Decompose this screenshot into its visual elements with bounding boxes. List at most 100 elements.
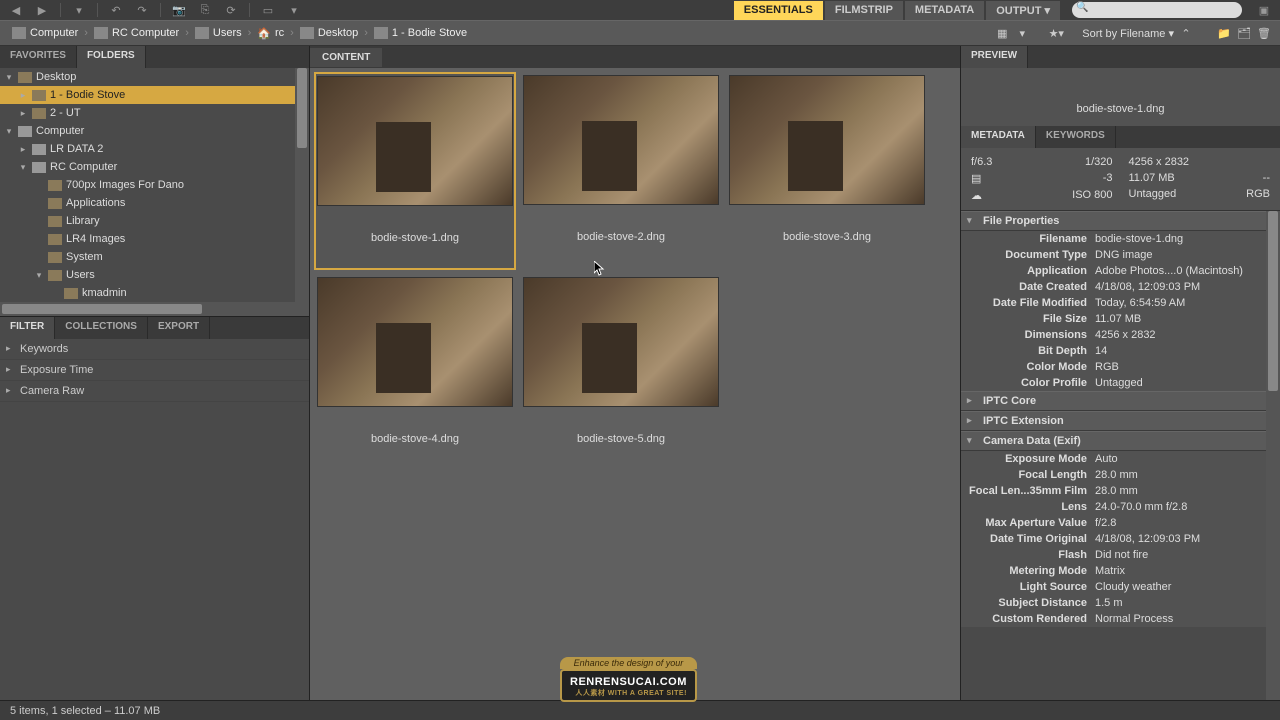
tree-item[interactable]: ▸LR DATA 2 <box>0 140 295 158</box>
metadata-row: Lens24.0-70.0 mm f/2.8 <box>961 499 1266 515</box>
tab-collections[interactable]: COLLECTIONS <box>55 317 148 339</box>
thumbnail-label: bodie-stove-3.dng <box>727 207 927 243</box>
workspace-essentials[interactable]: ESSENTIALS <box>734 1 823 20</box>
compact-mode-icon[interactable]: ▣ <box>1252 2 1276 18</box>
section-header[interactable]: Camera Data (Exif) <box>961 431 1266 451</box>
filter-item[interactable]: Exposure Time <box>0 360 309 381</box>
wb-icon: ☁ <box>971 189 982 202</box>
workspace-output[interactable]: OUTPUT ▾ <box>986 1 1060 20</box>
metadata-row: Bit Depth14 <box>961 343 1266 359</box>
forward-button[interactable]: ▶ <box>30 2 54 18</box>
tree-item[interactable]: ▾Desktop <box>0 68 295 86</box>
workspace-filmstrip[interactable]: FILMSTRIP <box>825 1 903 20</box>
meter-icon: ▤ <box>971 172 981 185</box>
metadata-row: Color ProfileUntagged <box>961 375 1266 391</box>
sort-direction-icon[interactable]: ⌃ <box>1178 26 1194 40</box>
thumbnail-grid[interactable]: bodie-stove-1.dngbodie-stove-2.dngbodie-… <box>310 68 960 700</box>
crumb-rc[interactable]: 🏠rc <box>253 27 288 40</box>
thumbnail[interactable]: bodie-stove-4.dng <box>314 274 516 472</box>
section-header[interactable]: IPTC Core <box>961 391 1266 411</box>
tree-hscrollbar[interactable] <box>0 302 309 316</box>
filter-item[interactable]: Camera Raw <box>0 381 309 402</box>
tab-keywords[interactable]: KEYWORDS <box>1036 126 1116 148</box>
workspace-metadata[interactable]: METADATA <box>905 1 984 20</box>
tree-scrollbar[interactable] <box>295 68 309 302</box>
tree-item[interactable]: kmadmin <box>0 284 295 302</box>
thumbnail[interactable]: bodie-stove-1.dng <box>314 72 516 270</box>
tree-item[interactable]: Applications <box>0 194 295 212</box>
tab-content[interactable]: CONTENT <box>310 48 382 67</box>
crumb-users[interactable]: Users <box>191 27 246 39</box>
sort-dropdown[interactable]: Sort by Filename ▾ <box>1082 27 1174 40</box>
crumb-rc-computer[interactable]: RC Computer <box>90 27 183 39</box>
tab-preview[interactable]: PREVIEW <box>961 46 1028 68</box>
section-header[interactable]: IPTC Extension <box>961 411 1266 431</box>
open-icon[interactable]: ▭ <box>256 2 280 18</box>
folder-tree[interactable]: ▾Desktop▸1 - Bodie Stove▸2 - UT▾Computer… <box>0 68 295 302</box>
metadata-summary: f/6.31/320 ▤-3 ☁ISO 800 4256 x 2832 11.0… <box>961 148 1280 211</box>
path-bar: Computer› RC Computer› Users› 🏠rc› Deskt… <box>0 20 1280 46</box>
camera-icon[interactable]: 📷 <box>167 2 191 18</box>
main-toolbar: ◀ ▶ ▾ ↶ ↷ 📷 ⎘ ⟳ ▭ ▾ ESSENTIALS FILMSTRIP… <box>0 0 1280 20</box>
rotate-cw-button[interactable]: ↷ <box>130 2 154 18</box>
tab-folders[interactable]: FOLDERS <box>77 46 146 68</box>
metadata-row: Light SourceCloudy weather <box>961 579 1266 595</box>
tab-export[interactable]: EXPORT <box>148 317 210 339</box>
tree-item[interactable]: ▸1 - Bodie Stove <box>0 86 295 104</box>
metadata-row: FlashDid not fire <box>961 547 1266 563</box>
reveal-button[interactable]: ▾ <box>67 2 91 18</box>
metadata-scrollbar[interactable] <box>1266 211 1280 700</box>
thumbnail[interactable]: bodie-stove-2.dng <box>520 72 722 270</box>
tree-item[interactable]: ▾RC Computer <box>0 158 295 176</box>
thumbnail-image <box>317 76 513 206</box>
metadata-row: Focal Len...35mm Film28.0 mm <box>961 483 1266 499</box>
tree-item[interactable]: 700px Images For Dano <box>0 176 295 194</box>
new-folder-icon[interactable]: 📁 <box>1216 26 1232 40</box>
tab-metadata[interactable]: METADATA <box>961 126 1036 148</box>
rotate-ccw-button[interactable]: ↶ <box>104 2 128 18</box>
tab-filter[interactable]: FILTER <box>0 317 55 339</box>
star-filter-icon[interactable]: ★▾ <box>1048 26 1064 40</box>
metadata-row: Focal Length28.0 mm <box>961 467 1266 483</box>
preview-area: bodie-stove-1.dng <box>961 68 1280 126</box>
refresh-icon[interactable]: ⟳ <box>219 2 243 18</box>
crumb-desktop[interactable]: Desktop <box>296 27 362 39</box>
thumbnail[interactable]: bodie-stove-3.dng <box>726 72 928 270</box>
metadata-row: Metering ModeMatrix <box>961 563 1266 579</box>
metadata-row: Date Time Original4/18/08, 12:09:03 PM <box>961 531 1266 547</box>
thumbnail-image <box>523 75 719 205</box>
metadata-row: Date Created4/18/08, 12:09:03 PM <box>961 279 1266 295</box>
thumbnail-image <box>729 75 925 205</box>
grid-view-icon[interactable]: ▦ <box>994 26 1010 40</box>
open-recent-icon[interactable]: 🗂 <box>1236 26 1252 40</box>
copy-icon[interactable]: ⎘ <box>193 2 217 18</box>
metadata-row: Filenamebodie-stove-1.dng <box>961 231 1266 247</box>
filter-item[interactable]: Keywords <box>0 339 309 360</box>
crumb-current[interactable]: 1 - Bodie Stove <box>370 27 471 39</box>
tree-item[interactable]: ▾Users <box>0 266 295 284</box>
thumbnail-label: bodie-stove-4.dng <box>315 409 515 445</box>
status-bar: 5 items, 1 selected – 11.07 MB <box>0 700 1280 720</box>
metadata-row: Color ModeRGB <box>961 359 1266 375</box>
tree-item[interactable]: System <box>0 248 295 266</box>
search-input[interactable] <box>1072 2 1242 18</box>
tab-favorites[interactable]: FAVORITES <box>0 46 77 68</box>
tree-item[interactable]: Library <box>0 212 295 230</box>
trash-icon[interactable]: 🗑 <box>1256 26 1272 40</box>
tree-item[interactable]: LR4 Images <box>0 230 295 248</box>
more-icon[interactable]: ▾ <box>282 2 306 18</box>
left-panel: FAVORITES FOLDERS ▾Desktop▸1 - Bodie Sto… <box>0 46 310 700</box>
section-header[interactable]: File Properties <box>961 211 1266 231</box>
workspace-tabs: ESSENTIALS FILMSTRIP METADATA OUTPUT ▾ <box>734 1 1060 20</box>
thumbnail-label: bodie-stove-5.dng <box>521 409 721 445</box>
tree-item[interactable]: ▾Computer <box>0 122 295 140</box>
metadata-row: Date File ModifiedToday, 6:54:59 AM <box>961 295 1266 311</box>
thumbnail-image <box>523 277 719 407</box>
crumb-computer[interactable]: Computer <box>8 27 82 39</box>
thumbnail[interactable]: bodie-stove-5.dng <box>520 274 722 472</box>
tree-item[interactable]: ▸2 - UT <box>0 104 295 122</box>
view-options-icon[interactable]: ▾ <box>1014 26 1030 40</box>
back-button[interactable]: ◀ <box>4 2 28 18</box>
metadata-row: Max Aperture Valuef/2.8 <box>961 515 1266 531</box>
thumbnail-label: bodie-stove-2.dng <box>521 207 721 243</box>
